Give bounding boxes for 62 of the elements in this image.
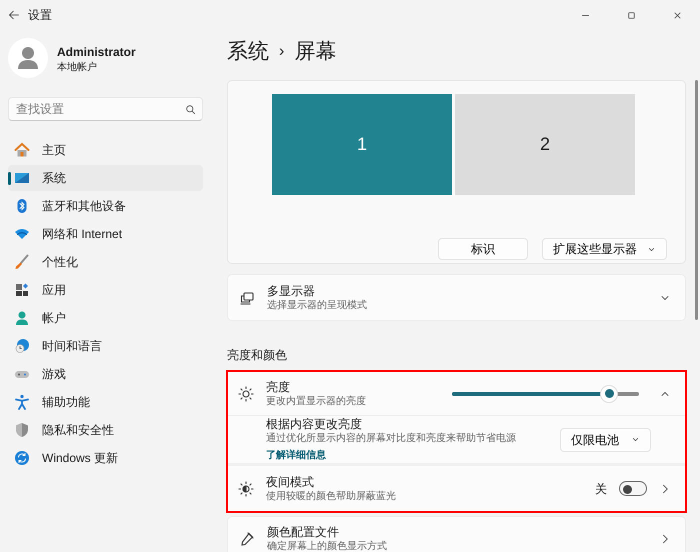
sync-icon: [14, 450, 30, 466]
breadcrumb-separator: ›: [279, 42, 284, 62]
color-profile-card[interactable]: 颜色配置文件 确定屏幕上的颜色显示方式: [227, 516, 686, 552]
color-profile-description: 确定屏幕上的颜色显示方式: [267, 540, 388, 552]
content-brightness-description: 通过优化所显示内容的屏幕对比度和亮度来帮助节省电源: [266, 432, 517, 444]
multi-display-description: 选择显示器的呈现模式: [267, 298, 368, 312]
display-tile[interactable]: 2: [455, 94, 635, 195]
multi-display-card[interactable]: 多显示器 选择显示器的呈现模式: [227, 274, 686, 321]
search-icon: [185, 104, 196, 115]
avatar: [8, 38, 48, 78]
toggle-state-label: 关: [595, 480, 607, 498]
nav-item[interactable]: 主页: [8, 137, 203, 163]
person-icon: [14, 310, 30, 326]
window-title: 设置: [28, 7, 52, 24]
night-light-description: 使用较暖的颜色帮助屏蔽蓝光: [266, 490, 397, 502]
close-icon[interactable]: [672, 10, 682, 20]
monitor-icon: [14, 170, 30, 186]
shield-icon: [14, 422, 30, 438]
nav-item[interactable]: 网络和 Internet: [8, 221, 203, 247]
multi-monitor-icon: [239, 290, 255, 306]
nav-item[interactable]: 隐私和安全性: [8, 417, 203, 443]
battery-dropdown[interactable]: 仅限电池: [560, 428, 651, 452]
nav-item[interactable]: 时间和语言: [8, 333, 203, 359]
display-tile[interactable]: 1: [272, 94, 452, 195]
brightness-description: 更改内置显示器的亮度: [266, 394, 367, 408]
night-light-icon: [238, 480, 254, 496]
home-icon: [14, 142, 30, 158]
color-profile-title: 颜色配置文件: [267, 525, 340, 540]
apps-icon: [14, 282, 30, 298]
eyedropper-icon: [239, 531, 255, 547]
wifi-icon: [14, 226, 30, 242]
nav-item[interactable]: 辅助功能: [8, 389, 203, 415]
accessibility-icon: [14, 394, 30, 410]
page-title: 屏幕: [294, 39, 336, 66]
brightness-slider[interactable]: [452, 386, 639, 402]
nav-item[interactable]: Windows 更新: [8, 445, 203, 471]
nav-item[interactable]: 蓝牙和其他设备: [8, 193, 203, 219]
nav-item[interactable]: 游戏: [8, 361, 203, 387]
learn-more-link[interactable]: 了解详细信息: [266, 450, 326, 460]
display-mode-dropdown[interactable]: 扩展这些显示器: [542, 238, 667, 260]
brush-icon: [14, 254, 30, 270]
night-light-toggle[interactable]: [619, 481, 647, 496]
nav-item[interactable]: 个性化: [8, 249, 203, 275]
search-field[interactable]: 查找设置: [8, 97, 203, 121]
nav-item[interactable]: 帐户: [8, 305, 203, 331]
back-icon[interactable]: [8, 9, 20, 21]
chevron-down-icon: [631, 435, 640, 444]
account-type: 本地帐户: [57, 60, 98, 74]
breadcrumb-link[interactable]: 系统: [227, 36, 269, 68]
content-brightness-title: 根据内容更改亮度: [266, 416, 363, 432]
nav-item[interactable]: 系统: [8, 165, 203, 191]
sun-icon: [238, 386, 254, 402]
multi-display-title: 多显示器: [267, 284, 316, 298]
maximize-icon[interactable]: [626, 10, 636, 20]
clock-globe-icon: [14, 338, 30, 354]
account-name: Administrator: [57, 44, 136, 60]
section-heading: 亮度和颜色: [227, 347, 288, 364]
identify-button[interactable]: 标识: [438, 238, 528, 260]
brightness-title: 亮度: [266, 380, 291, 394]
nav-item[interactable]: 应用: [8, 277, 203, 303]
night-light-title: 夜间模式: [266, 474, 315, 490]
scrollbar-thumb[interactable]: [695, 80, 698, 320]
